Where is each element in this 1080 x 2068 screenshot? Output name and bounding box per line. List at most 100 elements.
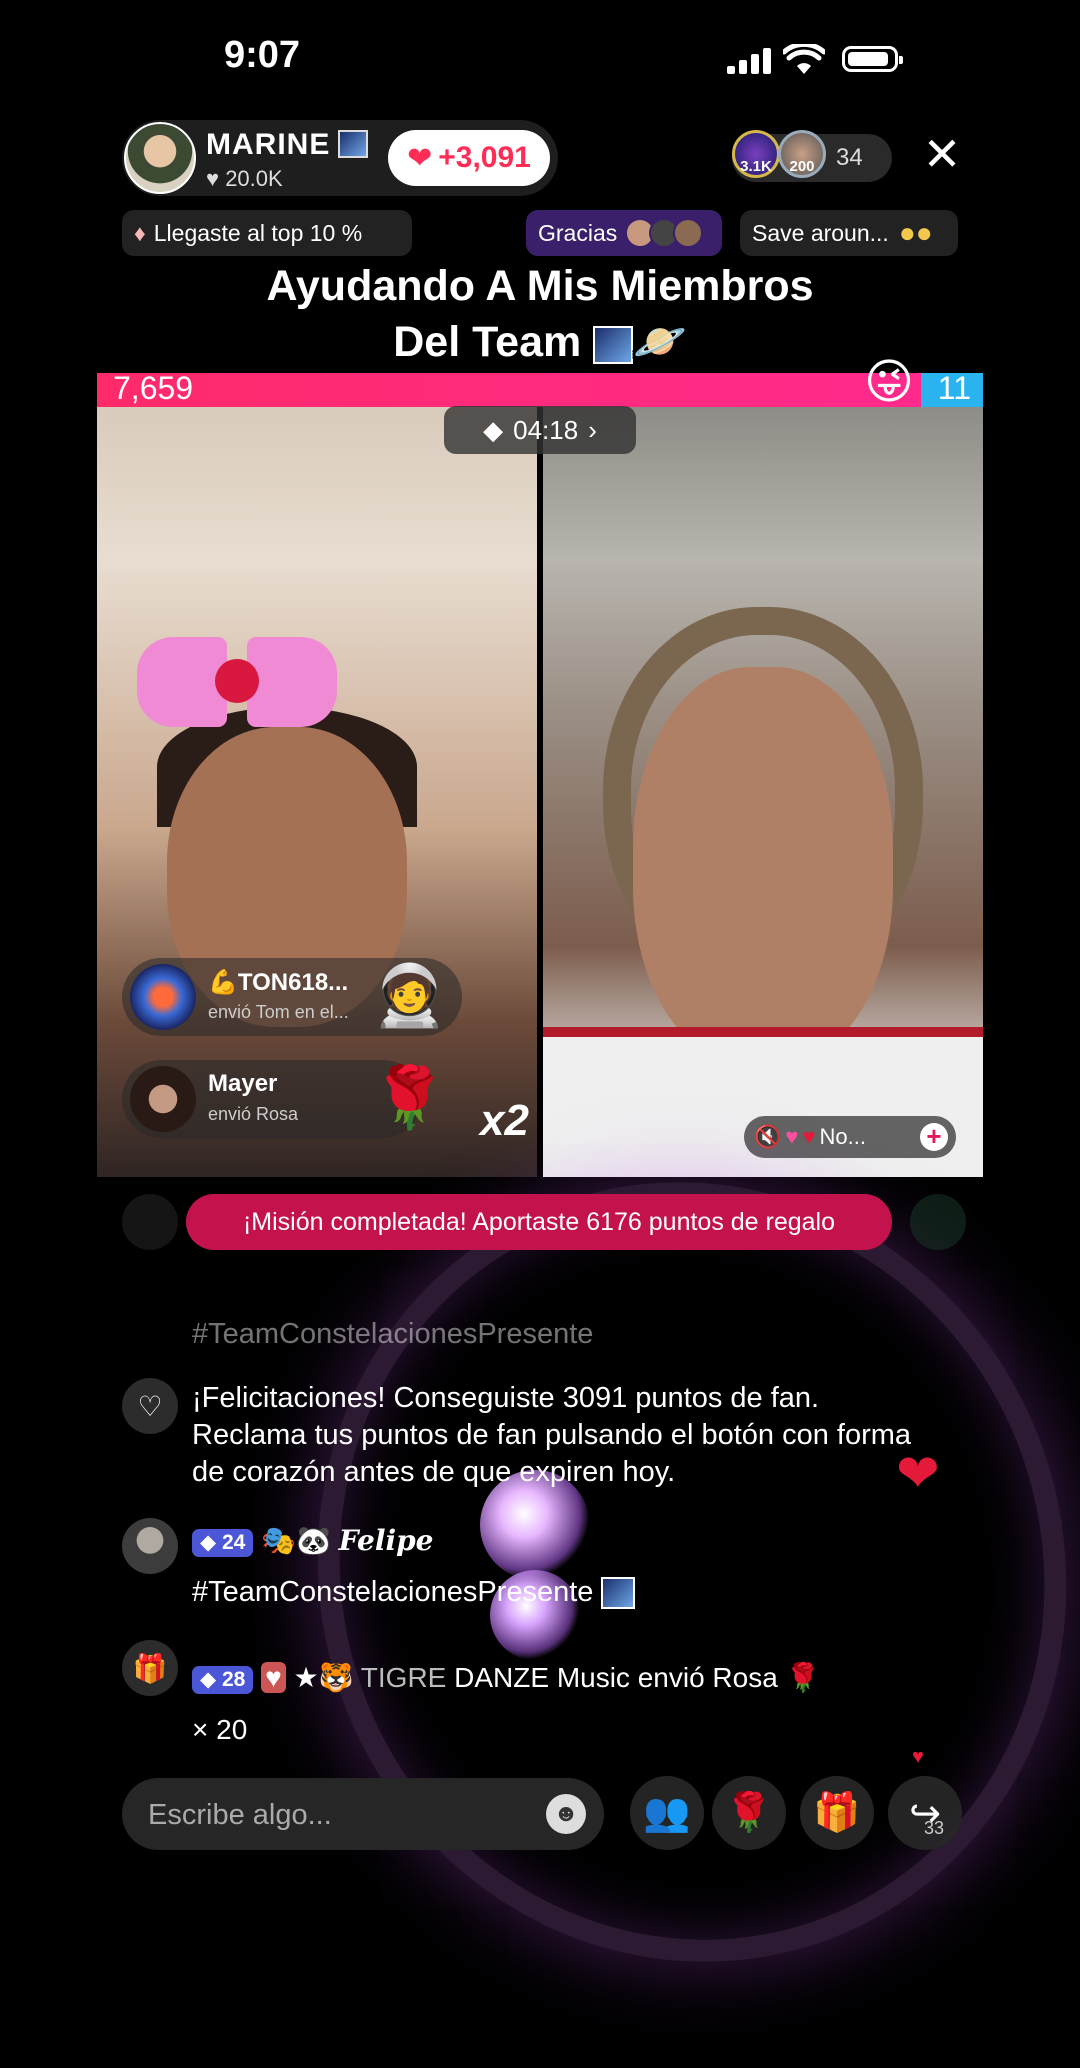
live-title-line1: Ayudando A Mis Miembros bbox=[266, 262, 814, 310]
faded-icon bbox=[910, 1194, 966, 1250]
close-icon: ✕ bbox=[922, 128, 962, 180]
live-title: Ayudando A Mis Miembros Del Team 🪐 bbox=[0, 258, 1080, 370]
chevron-right-icon: › bbox=[588, 414, 597, 445]
cellular-signal-icon bbox=[727, 48, 771, 74]
follow-plus-button[interactable]: + bbox=[920, 1123, 948, 1151]
gift-button[interactable]: 🎁 bbox=[800, 1776, 874, 1850]
gift-notification[interactable]: Mayer envió Rosa 🌹 bbox=[122, 1060, 447, 1138]
winking-face-icon: 😜 bbox=[864, 356, 915, 409]
top-viewer-score: 200 bbox=[789, 158, 815, 175]
planet-icon: 🪐 bbox=[633, 318, 687, 366]
hearts-count: +3,091 bbox=[438, 141, 531, 174]
gift-icon: 🎁 bbox=[813, 1792, 861, 1834]
mini-avatar bbox=[673, 218, 704, 248]
gifter-name-text: TON618... bbox=[237, 969, 349, 996]
faded-comment: #TeamConstelacionesPresente bbox=[192, 1318, 594, 1350]
host-name: MARINE bbox=[206, 128, 331, 161]
rose-icon: 🌹 bbox=[785, 1662, 821, 1693]
top-viewer-score: 3.1K bbox=[740, 158, 772, 175]
gifter-name: TIGRE bbox=[360, 1662, 447, 1693]
gift-text: DANZE Music envió Rosa bbox=[454, 1662, 778, 1693]
viewer-count[interactable]: 34 bbox=[836, 144, 863, 172]
heart-icon: ❤ bbox=[407, 141, 433, 175]
multi-guest-button[interactable]: 👥 bbox=[630, 1776, 704, 1850]
people-icon: 👥 bbox=[643, 1792, 691, 1834]
gift-message: envió Tom en el... bbox=[208, 1002, 349, 1022]
host-likes-value: 20.0K bbox=[225, 166, 283, 191]
heart-icon: ♥ bbox=[785, 1124, 799, 1149]
top10-chip[interactable]: ♦ Llegaste al top 10 % bbox=[122, 210, 412, 256]
coins-icon: ●● bbox=[898, 217, 933, 248]
hearts-button[interactable]: ❤ +3,091 bbox=[388, 130, 550, 186]
timer-value: 04:18 bbox=[513, 414, 579, 445]
host-avatar[interactable] bbox=[124, 122, 196, 194]
comment-text: #TeamConstelacionesPresente bbox=[192, 1576, 636, 1610]
close-button[interactable]: ✕ bbox=[922, 131, 962, 177]
comment-text-value: #TeamConstelacionesPresente bbox=[192, 1576, 594, 1608]
gracias-label: Gracias bbox=[538, 219, 618, 246]
heart-icon[interactable]: ❤ bbox=[896, 1444, 940, 1504]
host-score: 7,659 bbox=[113, 370, 194, 406]
gracias-chip[interactable]: Gracias bbox=[526, 210, 722, 256]
battle-timer[interactable]: ◆ 04:18 › bbox=[444, 406, 636, 454]
level-badge: ◆ 28 bbox=[192, 1665, 254, 1694]
status-time: 9:07 bbox=[224, 34, 301, 76]
comment-input[interactable] bbox=[146, 1778, 550, 1852]
opponent-score: 11 bbox=[937, 370, 971, 406]
rose-button[interactable]: 🌹 bbox=[712, 1776, 786, 1850]
gift-icon: 🎁 bbox=[122, 1640, 178, 1696]
level-value: 28 bbox=[221, 1667, 246, 1691]
wifi-icon bbox=[783, 44, 825, 74]
heart-icon: ♥ bbox=[912, 1746, 924, 1768]
guest-name: No... bbox=[819, 1124, 866, 1149]
commenter-header: ◆ 24 🎭🐼 Felipe bbox=[192, 1524, 433, 1557]
diamond-icon: ♦ bbox=[134, 219, 146, 246]
battle-score-bar: 7,659 11 bbox=[97, 370, 983, 407]
host-likes: ♥ 20.0K bbox=[206, 166, 283, 192]
gift-message: envió Rosa bbox=[208, 1104, 299, 1124]
top-viewer-avatar[interactable]: 200 bbox=[778, 130, 826, 178]
face-shape bbox=[633, 667, 893, 1067]
level-badge: ◆ 24 bbox=[192, 1528, 254, 1557]
battery-icon bbox=[842, 46, 903, 72]
mute-icon: 🔇 bbox=[754, 1124, 782, 1149]
level-value: 24 bbox=[221, 1530, 246, 1554]
guest-video[interactable] bbox=[543, 407, 983, 1177]
commenter-name: Felipe bbox=[338, 1524, 434, 1557]
commenter-avatar[interactable] bbox=[122, 1518, 178, 1574]
fan-points-message: ¡Felicitaciones! Conseguiste 3091 puntos… bbox=[192, 1382, 912, 1488]
top-viewer-avatar[interactable]: 3.1K bbox=[732, 130, 780, 178]
heart-icon: ♥ bbox=[802, 1124, 816, 1149]
bow-filter-icon bbox=[137, 627, 337, 737]
comment-input-field[interactable]: ☻ bbox=[122, 1778, 604, 1852]
save-label: Save aroun... bbox=[752, 219, 889, 246]
share-count: 33 bbox=[924, 1818, 945, 1838]
fan-heart-icon: ♡ bbox=[122, 1378, 178, 1434]
galaxy-badge-icon bbox=[338, 130, 368, 158]
gifter-avatar[interactable] bbox=[130, 964, 196, 1030]
gift-combo: x2 bbox=[480, 1096, 529, 1145]
guest-info-pill[interactable]: 🔇 ♥ ♥ No... + bbox=[744, 1116, 956, 1158]
mask-icon: 🎭 bbox=[261, 1525, 296, 1556]
gift-notification[interactable]: 💪TON618... envió Tom en el... 🧑‍🚀 bbox=[122, 958, 462, 1036]
live-title-line2: Del Team bbox=[393, 318, 582, 366]
heart-small-icon: ♥ bbox=[206, 166, 220, 191]
top-viewers[interactable]: 3.1K 200 bbox=[732, 130, 892, 182]
gift-multiplier: × 20 bbox=[192, 1714, 248, 1745]
diamond-icon: ◆ bbox=[483, 414, 504, 445]
save-around-chip[interactable]: Save aroun... ●● bbox=[740, 210, 958, 256]
galaxy-icon bbox=[593, 325, 634, 364]
heart-badge-icon: ♥ bbox=[261, 1662, 286, 1693]
emoji-button[interactable]: ☻ bbox=[546, 1794, 586, 1834]
top10-label: Llegaste al top 10 % bbox=[153, 219, 363, 246]
tiger-icon: 🐯 bbox=[318, 1662, 354, 1693]
rose-gift-icon: 🌹 bbox=[372, 1064, 447, 1131]
astronaut-gift-icon: 🧑‍🚀 bbox=[372, 962, 447, 1029]
star-icon: ★ bbox=[293, 1662, 319, 1693]
panda-icon: 🐼 bbox=[296, 1525, 331, 1556]
gifter-name: Mayer bbox=[208, 1070, 278, 1097]
gift-comment: ◆ 28 ♥ ★🐯 TIGRE DANZE Music envió Rosa 🌹… bbox=[192, 1652, 972, 1756]
rose-icon: 🌹 bbox=[725, 1792, 773, 1834]
gifter-avatar[interactable] bbox=[130, 1066, 196, 1132]
galaxy-icon bbox=[601, 1577, 636, 1610]
